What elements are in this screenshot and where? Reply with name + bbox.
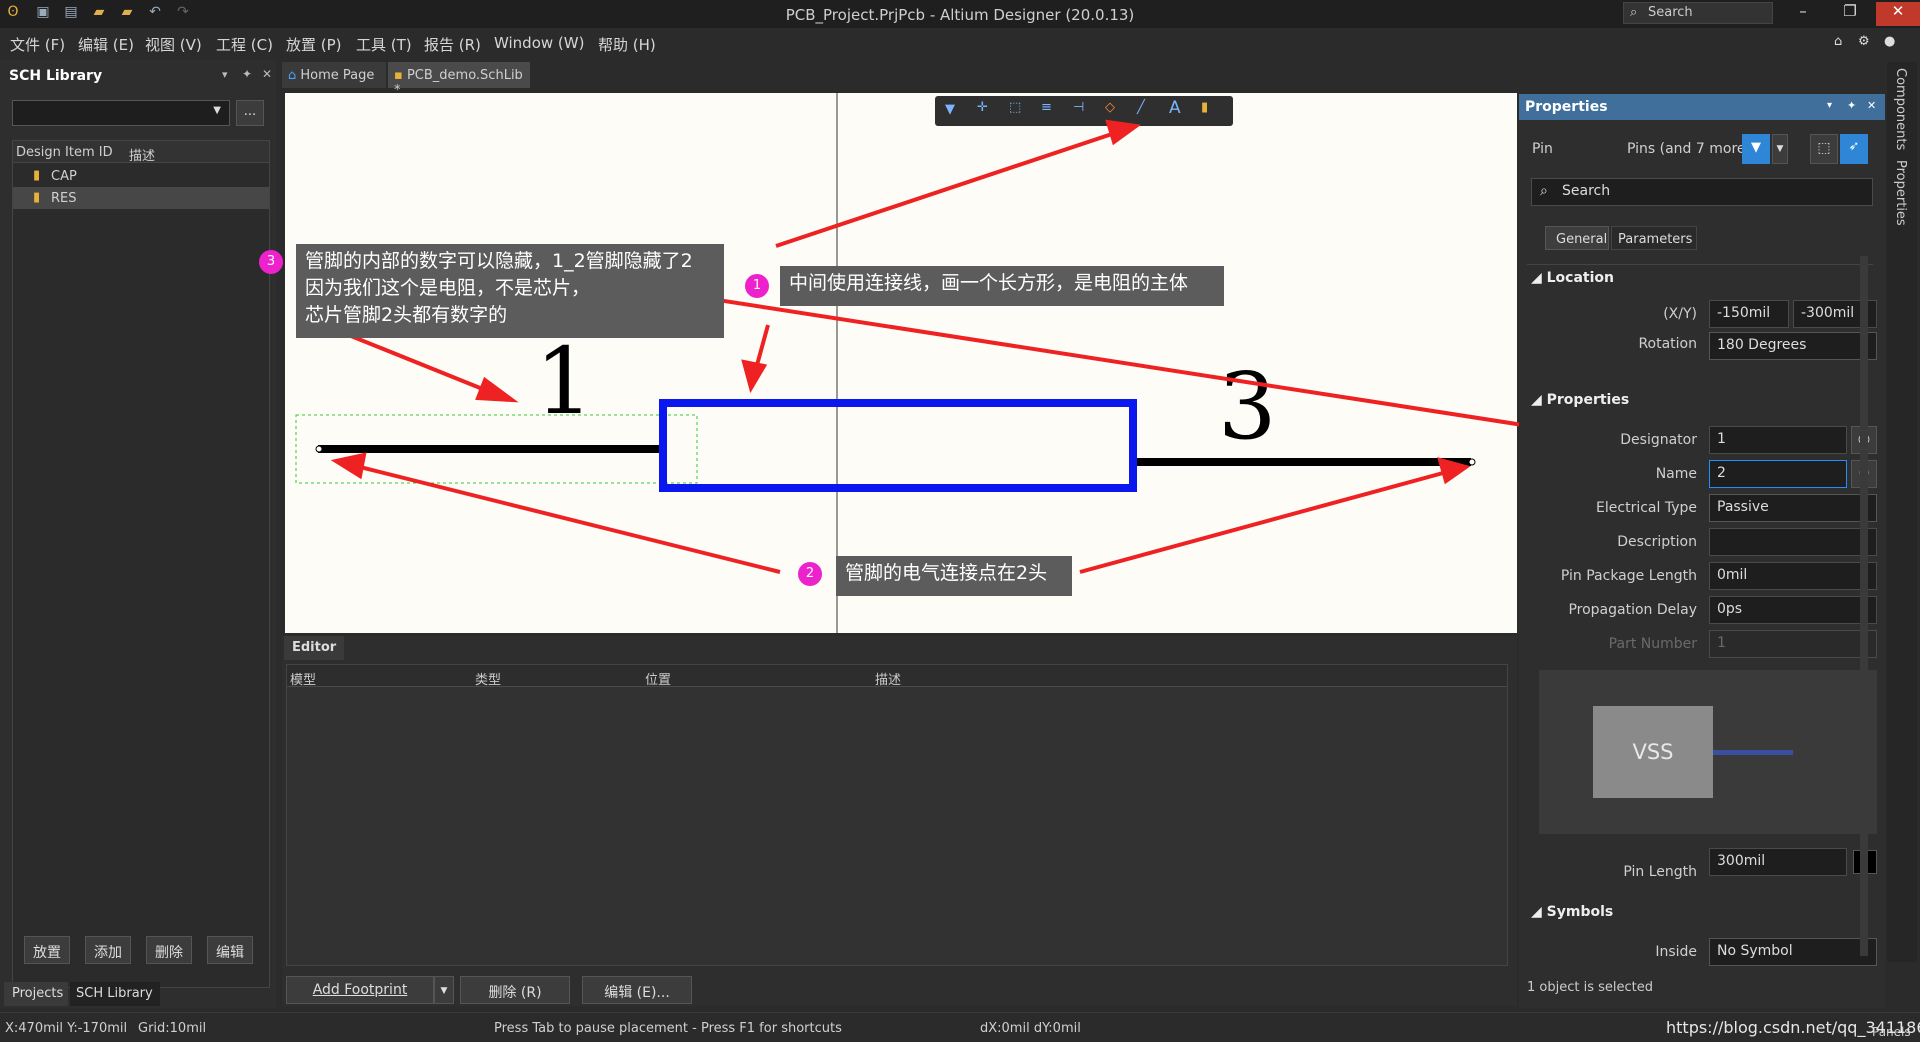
- name-label: Name: [1655, 466, 1697, 482]
- divider: [1527, 264, 1873, 265]
- pin-preview-line: [1713, 750, 1793, 755]
- model-table: 模型 类型 位置 描述: [286, 664, 1508, 966]
- symbols-section[interactable]: ◢ Symbols: [1531, 904, 1613, 920]
- callout-line: 管脚的内部的数字可以隐藏，1_2管脚隐藏了2: [305, 250, 693, 272]
- designator-field[interactable]: 1: [1709, 426, 1847, 454]
- properties-scrollbar[interactable]: [1860, 256, 1868, 956]
- part-number-field: 1: [1709, 630, 1877, 658]
- callout-badge: 3: [259, 250, 283, 274]
- electrical-type-value: Passive: [1717, 499, 1769, 515]
- cursor-select-icon[interactable]: ➶: [1840, 134, 1868, 164]
- tab-parameters[interactable]: Parameters: [1611, 226, 1697, 250]
- rotation-value: 180 Degrees: [1717, 337, 1807, 353]
- search-placeholder: Search: [1562, 183, 1611, 199]
- properties-panel: Properties ▾ ✦ ✕ Pin Pins (and 7 more) ▼…: [1519, 94, 1885, 1008]
- callout-connection-points: 管脚的电气连接点在2头: [836, 556, 1072, 596]
- selection-status: 1 object is selected: [1527, 980, 1653, 995]
- pin-length-label: Pin Length: [1623, 864, 1697, 880]
- table-header: 模型 类型 位置 描述: [287, 665, 1507, 688]
- callout-badge: 2: [798, 562, 822, 586]
- filter-button[interactable]: ▼: [1742, 134, 1770, 164]
- col-model[interactable]: 模型: [290, 669, 316, 688]
- watermark: https://blog.csdn.net/qq_34118600: [1666, 1018, 1920, 1037]
- electrical-type-dropdown[interactable]: Passive▼: [1709, 494, 1877, 522]
- pin-package-length-field[interactable]: 0mil: [1709, 562, 1877, 590]
- properties-section[interactable]: ◢ Properties: [1531, 392, 1629, 408]
- location-title: Location: [1546, 270, 1615, 286]
- inside-label: Inside: [1655, 944, 1697, 960]
- callout-hidden-pin-number: 管脚的内部的数字可以隐藏，1_2管脚隐藏了2 因为我们这个是电阻，不是芯片， 芯…: [296, 244, 724, 338]
- col-location[interactable]: 位置: [645, 669, 671, 688]
- select-mask-icon[interactable]: ⬚: [1810, 134, 1838, 164]
- propagation-delay-field[interactable]: 0ps: [1709, 596, 1877, 624]
- callout-badge: 1: [745, 274, 769, 298]
- pin-icon[interactable]: ✦: [1847, 99, 1856, 112]
- inside-symbol-value: No Symbol: [1717, 943, 1793, 959]
- panel-menu-icon[interactable]: ▾: [1827, 100, 1832, 111]
- designator-label: Designator: [1620, 432, 1697, 448]
- callout-body-rect: 中间使用连接线，画一个长方形，是电阻的主体: [780, 266, 1224, 306]
- rotation-dropdown[interactable]: 180 Degrees▼: [1709, 332, 1877, 360]
- pin-package-length-label: Pin Package Length: [1560, 568, 1697, 584]
- grid-size: Grid:10mil: [138, 1021, 207, 1036]
- side-tab-strip: Components Properties: [1887, 62, 1917, 962]
- editor-title: Editor: [284, 636, 344, 660]
- add-footprint-button[interactable]: Add Footprint: [286, 976, 434, 1004]
- remove-model-button[interactable]: 删除 (R): [460, 976, 570, 1004]
- selection-summary: Pins (and 7 more): [1627, 141, 1751, 157]
- callout-line: 芯片管脚2头都有数字的: [305, 304, 508, 326]
- xy-label: (X/Y): [1663, 306, 1697, 322]
- panel-close-icon[interactable]: ✕: [1867, 99, 1876, 112]
- properties-search-input[interactable]: ⌕ Search: [1531, 178, 1873, 206]
- side-tab-components[interactable]: Components: [1893, 68, 1908, 150]
- properties-header: Properties ▾ ✦ ✕: [1519, 94, 1885, 120]
- callout-line: 管脚的电气连接点在2头: [845, 562, 1048, 584]
- symbols-title: Symbols: [1546, 904, 1614, 920]
- col-type[interactable]: 类型: [475, 669, 501, 688]
- col-description[interactable]: 描述: [875, 669, 901, 688]
- search-icon: ⌕: [1540, 183, 1548, 199]
- x-field[interactable]: -150mil: [1709, 300, 1789, 328]
- properties-section-title: Properties: [1546, 392, 1630, 408]
- electrical-type-label: Electrical Type: [1596, 500, 1697, 516]
- part-number-label: Part Number: [1608, 636, 1697, 652]
- rotation-label: Rotation: [1638, 336, 1697, 352]
- filter-icon: ▼: [1751, 140, 1761, 155]
- properties-title: Properties: [1525, 99, 1608, 115]
- cursor-coords: X:470mil Y:-170mil: [5, 1021, 128, 1036]
- name-field[interactable]: 2: [1709, 460, 1847, 488]
- editor-panel: Editor 模型 类型 位置 描述 Add Footprint ▼ 删除 (R…: [282, 636, 1517, 1006]
- pin-preview: VSS: [1539, 670, 1877, 834]
- object-kind: Pin: [1532, 141, 1553, 157]
- edit-model-button[interactable]: 编辑 (E)...: [582, 976, 692, 1004]
- callout-line: 中间使用连接线，画一个长方形，是电阻的主体: [789, 272, 1189, 294]
- pin-preview-label: VSS: [1593, 706, 1713, 798]
- status-bar: X:470mil Y:-170mil Grid:10mil Press Tab …: [0, 1012, 1920, 1042]
- inside-symbol-dropdown[interactable]: No Symbol▼: [1709, 938, 1877, 966]
- filter-dropdown[interactable]: ▼: [1772, 134, 1788, 164]
- pin-length-field[interactable]: 300mil: [1709, 848, 1847, 876]
- propagation-delay-label: Propagation Delay: [1568, 602, 1697, 618]
- side-tab-properties[interactable]: Properties: [1893, 160, 1908, 226]
- status-hint: Press Tab to pause placement - Press F1 …: [494, 1021, 842, 1036]
- description-field[interactable]: [1709, 528, 1877, 556]
- description-label: Description: [1617, 534, 1697, 550]
- tab-general[interactable]: General: [1545, 226, 1609, 250]
- add-footprint-dropdown[interactable]: ▼: [434, 976, 454, 1004]
- callout-line: 因为我们这个是电阻，不是芯片，: [305, 277, 591, 299]
- location-section[interactable]: ◢ Location: [1531, 270, 1614, 286]
- delta-coords: dX:0mil dY:0mil: [980, 1021, 1081, 1036]
